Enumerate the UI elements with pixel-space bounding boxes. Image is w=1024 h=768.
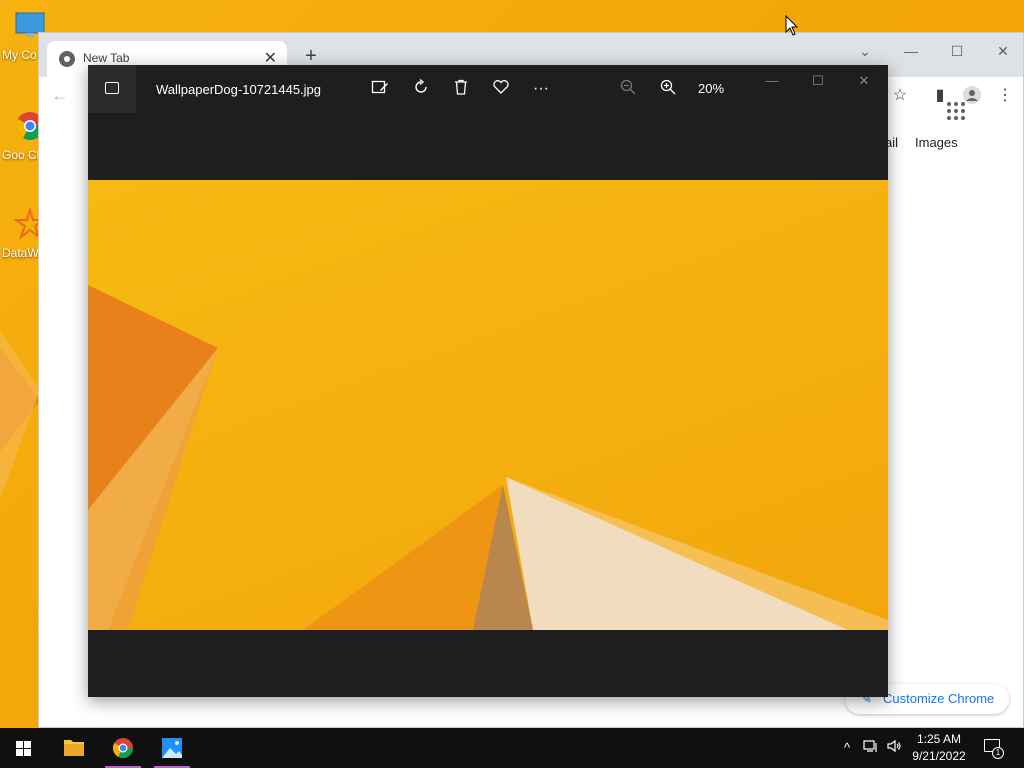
chrome-favicon-icon [59,51,75,67]
show-hidden-icons-chevron-icon[interactable]: ^ [838,738,856,758]
images-link[interactable]: Images [915,135,958,150]
photos-app-icon[interactable] [88,65,136,113]
favorite-heart-icon[interactable] [490,78,512,100]
tab-search-chevron-icon[interactable]: ⌄ [845,37,885,65]
wallpaper-artwork [88,285,888,630]
photos-window: WallpaperDog-10721445.jpg ··· 20% — ☐ ✕ [88,65,888,697]
google-apps-icon[interactable] [947,102,965,120]
action-center-button[interactable]: 1 [982,737,1004,759]
customize-chrome-label: Customize Chrome [883,691,995,706]
photos-minimize-button[interactable]: — [752,71,792,91]
clock-date: 9/21/2022 [912,749,966,763]
folder-icon [64,740,84,756]
volume-icon[interactable] [885,738,903,758]
back-arrow-icon[interactable]: ← [51,85,69,106]
photos-titlebar: WallpaperDog-10721445.jpg ··· 20% — ☐ ✕ [88,65,888,113]
photos-maximize-button[interactable]: ☐ [798,71,838,91]
chrome-close-button[interactable]: ✕ [983,37,1023,65]
zoom-level[interactable]: 20% [698,81,724,96]
rotate-icon[interactable] [410,78,432,100]
chrome-icon [112,738,134,759]
chrome-tab-title: New Tab [83,51,130,65]
chrome-minimize-button[interactable]: — [891,37,931,65]
notification-count-badge: 1 [992,747,1004,759]
photos-close-button[interactable]: ✕ [844,71,884,91]
desktop-icon-my-computer[interactable]: My Co [0,10,45,80]
bookmark-star-icon[interactable]: ☆ [889,85,911,107]
edit-image-icon[interactable] [369,78,391,100]
start-button[interactable] [0,728,48,768]
mouse-cursor-icon [785,15,799,36]
taskbar-clock[interactable]: 1:25 AM 9/21/2022 [904,731,974,765]
photos-filename: WallpaperDog-10721445.jpg [156,82,322,97]
clock-time: 1:25 AM [916,732,962,746]
taskbar: ^ 1:25 AM 9/21/2022 1 [0,728,1024,768]
desktop-icon-google-chrome[interactable]: Goo Chr [0,110,47,180]
more-options-icon[interactable]: ··· [530,78,552,100]
displayed-photo [88,180,888,630]
taskbar-file-explorer[interactable] [50,728,98,768]
delete-trash-icon[interactable] [450,78,472,100]
zoom-in-icon[interactable] [657,78,679,100]
chrome-menu-icon[interactable]: ⋮ [994,85,1016,107]
image-icon [105,82,119,94]
windows-logo-icon [16,741,32,756]
network-icon[interactable] [862,738,880,758]
taskbar-google-chrome[interactable] [99,728,147,768]
wallpaper-shape [0,330,40,500]
taskbar-photos[interactable] [148,728,196,768]
zoom-out-icon[interactable] [617,78,639,100]
chrome-maximize-button[interactable]: ☐ [937,37,977,65]
desktop-icon-datawrapper[interactable]: DataW [0,208,46,278]
photos-app-icon [162,738,182,758]
